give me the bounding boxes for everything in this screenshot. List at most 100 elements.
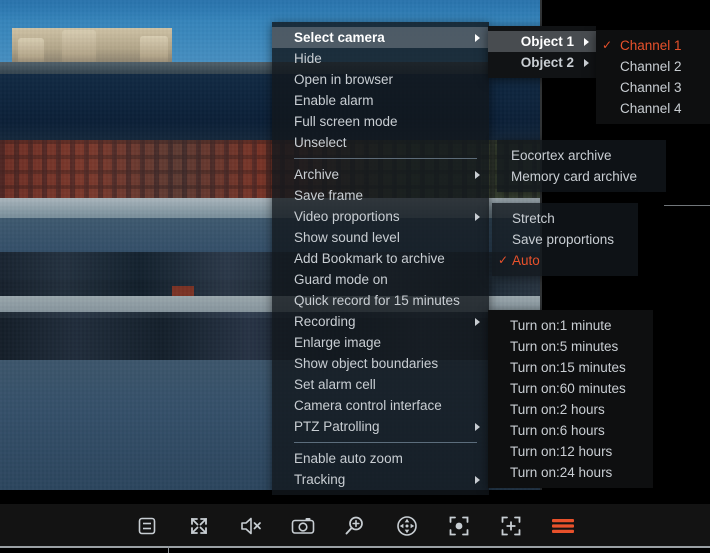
- menu-item-label: Stretch: [512, 211, 555, 226]
- menu-item-quick-record[interactable]: Quick record for 15 minutes: [272, 290, 489, 311]
- menu-item-select-camera[interactable]: Select camera: [272, 27, 489, 48]
- menu-separator: [294, 442, 477, 443]
- check-icon: ✓: [498, 253, 509, 267]
- menu-item-object-1[interactable]: Object 1: [488, 31, 596, 52]
- archive-submenu[interactable]: Eocortex archive Memory card archive: [497, 140, 666, 192]
- camera-context-menu[interactable]: Select camera Hide Open in browser Enabl…: [272, 22, 489, 495]
- menu-item-turn-on-24-hours[interactable]: Turn on:24 hours: [488, 462, 653, 483]
- menu-item-channel-3[interactable]: Channel 3: [596, 77, 710, 98]
- menu-item-auto[interactable]: ✓ Auto: [492, 250, 638, 271]
- menu-item-label: Unselect: [294, 135, 347, 150]
- menu-item-label: Channel 1: [620, 38, 682, 53]
- menu-item-turn-on-15-minutes[interactable]: Turn on:15 minutes: [488, 357, 653, 378]
- menu-item-label: Open in browser: [294, 72, 394, 87]
- add-point-icon[interactable]: [494, 511, 528, 541]
- menu-item-show-object-boundaries[interactable]: Show object boundaries: [272, 353, 489, 374]
- menu-item-guard-mode-on[interactable]: Guard mode on: [272, 269, 489, 290]
- menu-item-turn-on-6-hours[interactable]: Turn on:6 hours: [488, 420, 653, 441]
- chevron-right-icon: [584, 37, 589, 46]
- menu-item-label: Select camera: [294, 30, 385, 45]
- menu-item-stretch[interactable]: Stretch: [492, 208, 638, 229]
- menu-item-label: Turn on:15 minutes: [510, 360, 626, 375]
- ptz-control-icon[interactable]: [390, 511, 424, 541]
- menu-item-enlarge-image[interactable]: Enlarge image: [272, 332, 489, 353]
- menu-item-show-sound-level[interactable]: Show sound level: [272, 227, 489, 248]
- menu-item-ptz-patrolling[interactable]: PTZ Patrolling: [272, 416, 489, 437]
- menu-item-label: Eocortex archive: [511, 148, 612, 163]
- menu-item-label: Tracking: [294, 472, 346, 487]
- menu-item-label: Enable alarm: [294, 93, 374, 108]
- menu-item-tracking[interactable]: Tracking: [272, 469, 489, 490]
- menu-item-label: Turn on:24 hours: [510, 465, 613, 480]
- menu-item-set-alarm-cell[interactable]: Set alarm cell: [272, 374, 489, 395]
- menu-item-channel-1[interactable]: ✓ Channel 1: [596, 35, 710, 56]
- menu-item-video-proportions[interactable]: Video proportions: [272, 206, 489, 227]
- camera-toolbar: [0, 504, 710, 547]
- menu-item-label: Channel 4: [620, 101, 682, 116]
- menu-item-label: Turn on:2 hours: [510, 402, 605, 417]
- app-root: Select camera Hide Open in browser Enabl…: [0, 0, 710, 553]
- menu-item-full-screen-mode[interactable]: Full screen mode: [272, 111, 489, 132]
- menu-item-label: Enable auto zoom: [294, 451, 403, 466]
- menu-item-archive[interactable]: Archive: [272, 164, 489, 185]
- chevron-right-icon: [475, 317, 480, 326]
- menu-item-label: Channel 2: [620, 59, 682, 74]
- chevron-right-icon: [475, 422, 480, 431]
- check-icon: ✓: [602, 38, 613, 52]
- menu-item-label: Channel 3: [620, 80, 682, 95]
- menu-item-label: Video proportions: [294, 209, 400, 224]
- menu-item-turn-on-60-minutes[interactable]: Turn on:60 minutes: [488, 378, 653, 399]
- menu-item-label: Guard mode on: [294, 272, 388, 287]
- video-proportions-submenu[interactable]: Stretch Save proportions ✓ Auto: [492, 203, 638, 276]
- menu-item-open-in-browser[interactable]: Open in browser: [272, 69, 489, 90]
- menu-item-label: Show sound level: [294, 230, 400, 245]
- menu-item-label: Auto: [512, 253, 540, 268]
- menu-item-channel-4[interactable]: Channel 4: [596, 98, 710, 119]
- menu-item-add-bookmark-to-archive[interactable]: Add Bookmark to archive: [272, 248, 489, 269]
- grid-divider-line: [664, 205, 710, 206]
- fullscreen-icon[interactable]: [182, 511, 216, 541]
- menu-item-turn-on-1-minute[interactable]: Turn on:1 minute: [488, 315, 653, 336]
- recording-submenu[interactable]: Turn on:1 minute Turn on:5 minutes Turn …: [488, 310, 653, 488]
- menu-item-enable-alarm[interactable]: Enable alarm: [272, 90, 489, 111]
- menu-item-label: Show object boundaries: [294, 356, 439, 371]
- menu-item-label: Full screen mode: [294, 114, 398, 129]
- select-camera-submenu[interactable]: Object 1 Object 2: [488, 26, 596, 78]
- menu-item-eocortex-archive[interactable]: Eocortex archive: [497, 145, 666, 166]
- menu-item-label: Recording: [294, 314, 356, 329]
- menu-item-turn-on-2-hours[interactable]: Turn on:2 hours: [488, 399, 653, 420]
- menu-item-camera-control-interface[interactable]: Camera control interface: [272, 395, 489, 416]
- window-bottom-edge: [0, 548, 710, 553]
- menu-item-hide[interactable]: Hide: [272, 48, 489, 69]
- menu-item-label: Turn on:60 minutes: [510, 381, 626, 396]
- chevron-right-icon: [475, 212, 480, 221]
- snapshot-camera-icon[interactable]: [286, 511, 320, 541]
- menu-item-save-proportions[interactable]: Save proportions: [492, 229, 638, 250]
- sound-mute-icon[interactable]: [234, 511, 268, 541]
- menu-hamburger-icon[interactable]: [546, 511, 580, 541]
- archive-panel-icon[interactable]: [130, 511, 164, 541]
- menu-item-label: Turn on:5 minutes: [510, 339, 619, 354]
- menu-item-label: Enlarge image: [294, 335, 382, 350]
- menu-item-channel-2[interactable]: Channel 2: [596, 56, 710, 77]
- menu-item-enable-auto-zoom[interactable]: Enable auto zoom: [272, 448, 489, 469]
- menu-item-label: Hide: [294, 51, 322, 66]
- menu-item-unselect[interactable]: Unselect: [272, 132, 489, 153]
- menu-item-label: Camera control interface: [294, 398, 442, 413]
- chevron-right-icon: [584, 58, 589, 67]
- menu-item-label: Archive: [294, 167, 340, 182]
- menu-item-object-2[interactable]: Object 2: [488, 52, 596, 73]
- menu-item-label: Object 2: [520, 55, 574, 70]
- object-channels-submenu[interactable]: ✓ Channel 1 Channel 2 Channel 3 Channel …: [596, 30, 710, 124]
- zoom-in-magnifier-icon[interactable]: [338, 511, 372, 541]
- menu-item-save-frame[interactable]: Save frame: [272, 185, 489, 206]
- menu-item-memory-card-archive[interactable]: Memory card archive: [497, 166, 666, 187]
- chevron-right-icon: [475, 170, 480, 179]
- menu-item-recording[interactable]: Recording: [272, 311, 489, 332]
- menu-item-turn-on-5-minutes[interactable]: Turn on:5 minutes: [488, 336, 653, 357]
- menu-item-turn-on-12-hours[interactable]: Turn on:12 hours: [488, 441, 653, 462]
- menu-item-label: Quick record for 15 minutes: [294, 293, 460, 308]
- menu-item-label: Add Bookmark to archive: [294, 251, 445, 266]
- menu-item-label: PTZ Patrolling: [294, 419, 380, 434]
- focus-point-icon[interactable]: [442, 511, 476, 541]
